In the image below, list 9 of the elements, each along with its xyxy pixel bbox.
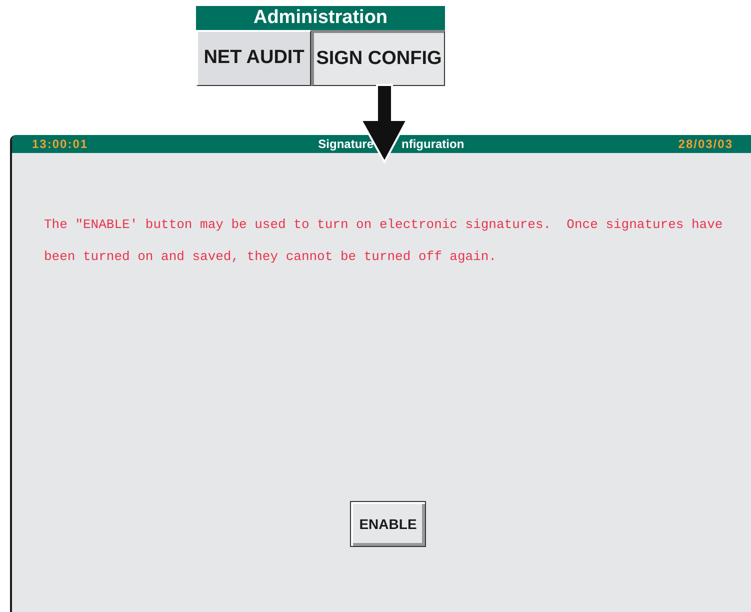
screen-title: nfiguration: [402, 136, 464, 153]
enable-button[interactable]: ENABLE: [350, 501, 426, 547]
time-text: 13:00:01: [32, 136, 88, 153]
menu-button[interactable]: NET AUDIT: [196, 30, 311, 86]
info-message: The "ENABLE' button may be used to turn on electronic signatures. Once signatures have been turned on and saved, they cannot be turned off again.: [44, 216, 724, 266]
menu-button[interactable]: SIGN CONFIG: [311, 30, 445, 86]
menu-title: Administration: [196, 6, 445, 30]
screen-title: Signature: [318, 136, 374, 153]
date-text: 28/03/03: [678, 136, 733, 153]
